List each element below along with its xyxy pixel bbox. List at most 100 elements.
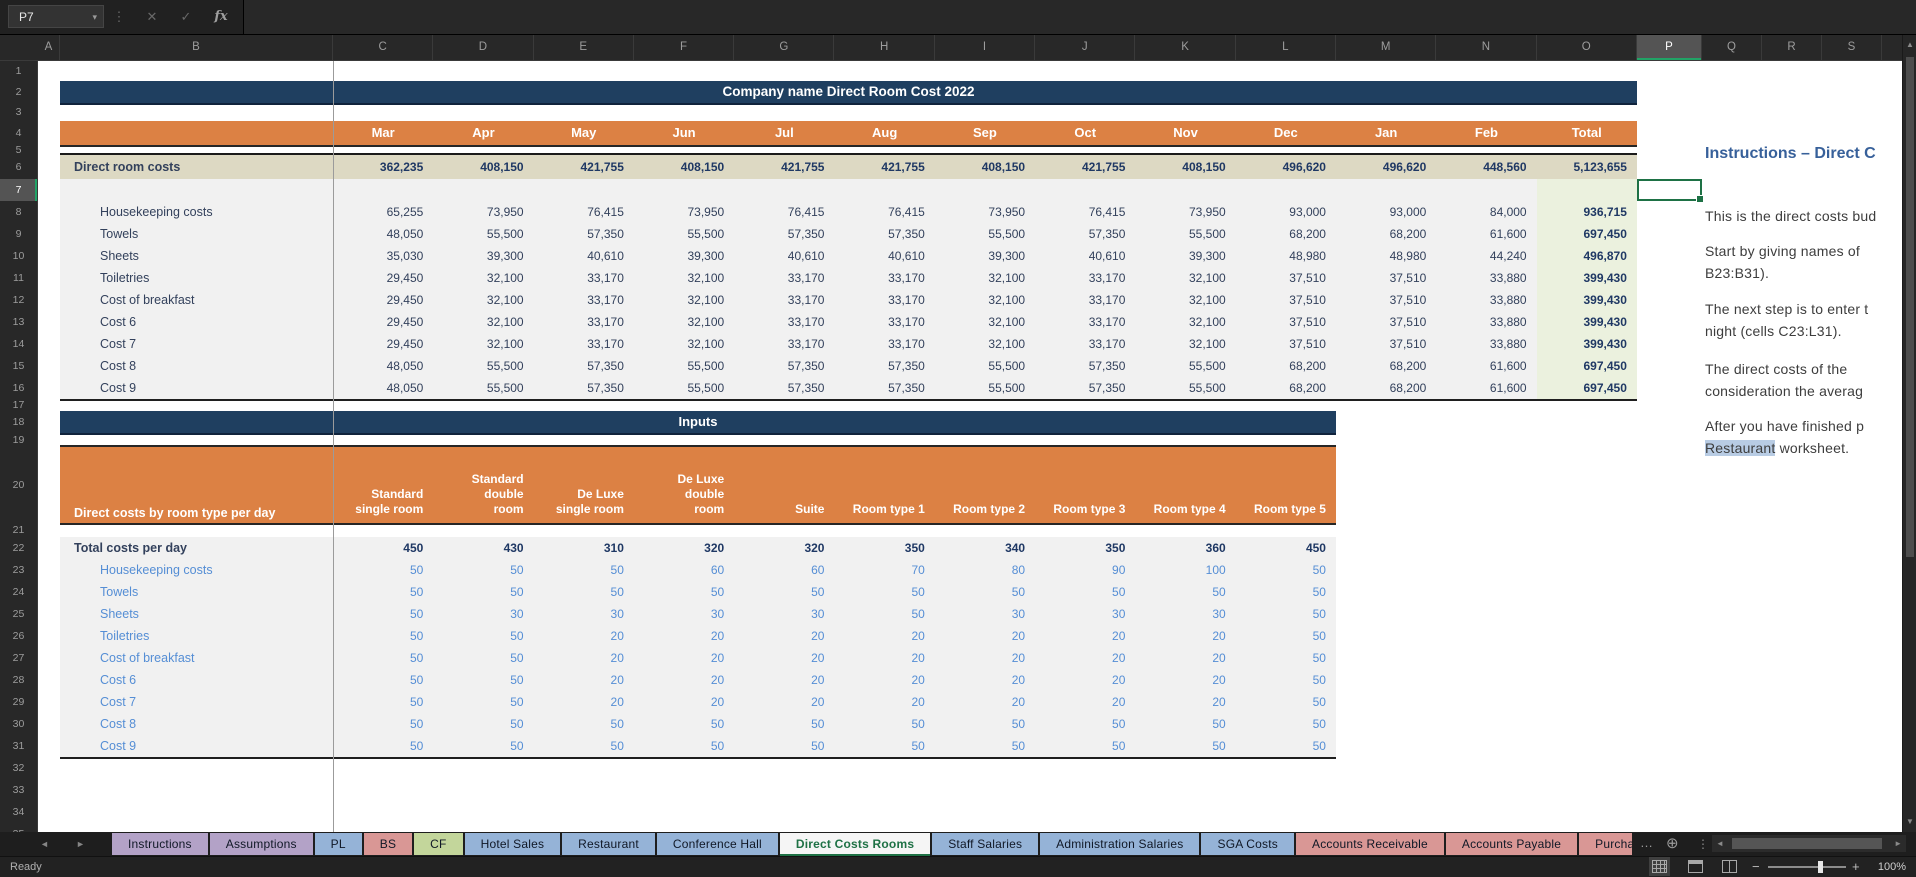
inputs-cell[interactable]: 60 xyxy=(634,559,724,581)
inputs-cell[interactable]: 50 xyxy=(1035,713,1125,735)
inputs-cell[interactable]: 20 xyxy=(534,669,624,691)
inputs-cell[interactable]: 50 xyxy=(1135,713,1225,735)
sheet-tab-direct-costs-rooms[interactable]: Direct Costs Rooms xyxy=(780,833,930,856)
detail-cell[interactable]: 37,510 xyxy=(1236,267,1326,289)
detail-cell[interactable]: 57,350 xyxy=(734,377,824,399)
fill-handle[interactable] xyxy=(1696,195,1704,203)
inputs-cell[interactable]: 20 xyxy=(835,691,925,713)
column-header-G[interactable]: G xyxy=(734,35,834,60)
column-header-K[interactable]: K xyxy=(1135,35,1235,60)
horizontal-scroll-thumb[interactable] xyxy=(1732,838,1882,849)
detail-cell[interactable]: 33,170 xyxy=(734,267,824,289)
detail-cell[interactable]: 55,500 xyxy=(1135,355,1225,377)
inputs-cell[interactable]: 100 xyxy=(1135,559,1225,581)
detail-cell[interactable]: 32,100 xyxy=(1135,311,1225,333)
cancel-icon[interactable]: ✕ xyxy=(140,0,164,34)
column-header-A[interactable]: A xyxy=(38,35,60,60)
month-header-mar[interactable]: Mar xyxy=(333,121,433,145)
inputs-cell[interactable]: 50 xyxy=(835,603,925,625)
inputs-cell[interactable]: 50 xyxy=(333,625,423,647)
inputs-total-cell[interactable]: 320 xyxy=(734,537,824,559)
detail-cell[interactable]: 33,170 xyxy=(534,267,624,289)
row-header-9[interactable]: 9 xyxy=(0,223,37,245)
inputs-corner-label[interactable]: Direct costs by room type per day xyxy=(74,503,275,523)
inputs-cell[interactable]: 20 xyxy=(1035,625,1125,647)
summary-cell[interactable]: 408,150 xyxy=(634,155,724,179)
detail-cell[interactable]: 399,430 xyxy=(1537,333,1627,355)
inputs-row-label[interactable]: Towels xyxy=(100,581,138,603)
inputs-row-label[interactable]: Toiletries xyxy=(100,625,149,647)
detail-cell[interactable]: 37,510 xyxy=(1336,289,1426,311)
new-sheet-icon[interactable]: ⊕ xyxy=(1666,832,1679,856)
inputs-cell[interactable]: 50 xyxy=(433,581,523,603)
summary-cell[interactable]: 5,123,655 xyxy=(1537,155,1627,179)
detail-cell[interactable]: 37,510 xyxy=(1336,311,1426,333)
inputs-cell[interactable]: 50 xyxy=(433,669,523,691)
enter-icon[interactable]: ✓ xyxy=(174,0,198,34)
inputs-cell[interactable]: 50 xyxy=(333,691,423,713)
row-header-3[interactable]: 3 xyxy=(0,103,37,121)
inputs-total-cell[interactable]: 310 xyxy=(534,537,624,559)
inputs-cell[interactable]: 30 xyxy=(1135,603,1225,625)
inputs-cell[interactable]: 30 xyxy=(734,603,824,625)
detail-row-label[interactable]: Cost 6 xyxy=(100,311,136,333)
next-sheet-icon[interactable]: ► xyxy=(76,832,85,856)
detail-cell[interactable]: 61,600 xyxy=(1436,377,1526,399)
row-header-14[interactable]: 14 xyxy=(0,333,37,355)
row-header-35[interactable]: 35 xyxy=(0,823,37,832)
inputs-cell[interactable]: 30 xyxy=(433,603,523,625)
inputs-cell[interactable]: 50 xyxy=(1236,669,1326,691)
inputs-cell[interactable]: 20 xyxy=(634,669,724,691)
detail-cell[interactable]: 697,450 xyxy=(1537,377,1627,399)
detail-cell[interactable]: 33,170 xyxy=(534,333,624,355)
inputs-cell[interactable]: 50 xyxy=(1236,581,1326,603)
room-type-header[interactable]: Room type 4 xyxy=(1135,447,1225,521)
inputs-cell[interactable]: 20 xyxy=(1135,669,1225,691)
detail-cell[interactable]: 33,170 xyxy=(1035,289,1125,311)
month-header-jul[interactable]: Jul xyxy=(734,121,834,145)
row-header-26[interactable]: 26 xyxy=(0,625,37,647)
detail-cell[interactable]: 33,170 xyxy=(734,311,824,333)
inputs-cell[interactable]: 20 xyxy=(734,647,824,669)
detail-row-label[interactable]: Sheets xyxy=(100,245,139,267)
vertical-scrollbar[interactable]: ▲ ▼ xyxy=(1902,35,1916,832)
detail-cell[interactable]: 32,100 xyxy=(935,333,1025,355)
detail-cell[interactable]: 76,415 xyxy=(534,201,624,223)
detail-cell[interactable]: 37,510 xyxy=(1236,289,1326,311)
detail-cell[interactable]: 32,100 xyxy=(1135,289,1225,311)
inputs-cell[interactable]: 20 xyxy=(634,625,724,647)
row-header-15[interactable]: 15 xyxy=(0,355,37,377)
inputs-cell[interactable]: 20 xyxy=(534,691,624,713)
detail-cell[interactable]: 68,200 xyxy=(1236,377,1326,399)
detail-cell[interactable]: 33,170 xyxy=(835,311,925,333)
sheet-tab-administration-salaries[interactable]: Administration Salaries xyxy=(1040,833,1199,855)
summary-cell[interactable]: 362,235 xyxy=(333,155,423,179)
inputs-cell[interactable]: 50 xyxy=(1035,735,1125,757)
detail-row-label[interactable]: Cost 7 xyxy=(100,333,136,355)
row-header-16[interactable]: 16 xyxy=(0,377,37,399)
inputs-cell[interactable]: 60 xyxy=(734,559,824,581)
inputs-cell[interactable]: 50 xyxy=(433,559,523,581)
inputs-cell[interactable]: 70 xyxy=(835,559,925,581)
detail-cell[interactable]: 697,450 xyxy=(1537,355,1627,377)
room-type-header[interactable]: De Luxesingle room xyxy=(534,447,624,521)
inputs-cell[interactable]: 20 xyxy=(835,669,925,691)
inputs-cell[interactable]: 50 xyxy=(734,713,824,735)
detail-cell[interactable]: 697,450 xyxy=(1537,223,1627,245)
zoom-slider-thumb[interactable] xyxy=(1818,861,1823,873)
sheet-tab-sga-costs[interactable]: SGA Costs xyxy=(1201,833,1294,855)
inputs-cell[interactable]: 50 xyxy=(433,647,523,669)
detail-cell[interactable]: 48,050 xyxy=(333,223,423,245)
column-header-F[interactable]: F xyxy=(634,35,734,60)
sheet-tab-staff-salaries[interactable]: Staff Salaries xyxy=(932,833,1038,855)
detail-cell[interactable]: 32,100 xyxy=(634,311,724,333)
inputs-cell[interactable]: 50 xyxy=(534,735,624,757)
detail-cell[interactable]: 57,350 xyxy=(1035,223,1125,245)
detail-cell[interactable]: 55,500 xyxy=(935,355,1025,377)
column-header-N[interactable]: N xyxy=(1436,35,1536,60)
detail-cell[interactable]: 73,950 xyxy=(433,201,523,223)
column-header-E[interactable]: E xyxy=(534,35,634,60)
detail-cell[interactable]: 33,880 xyxy=(1436,267,1526,289)
selected-cell-P7[interactable] xyxy=(1637,179,1702,201)
inputs-cell[interactable]: 90 xyxy=(1035,559,1125,581)
